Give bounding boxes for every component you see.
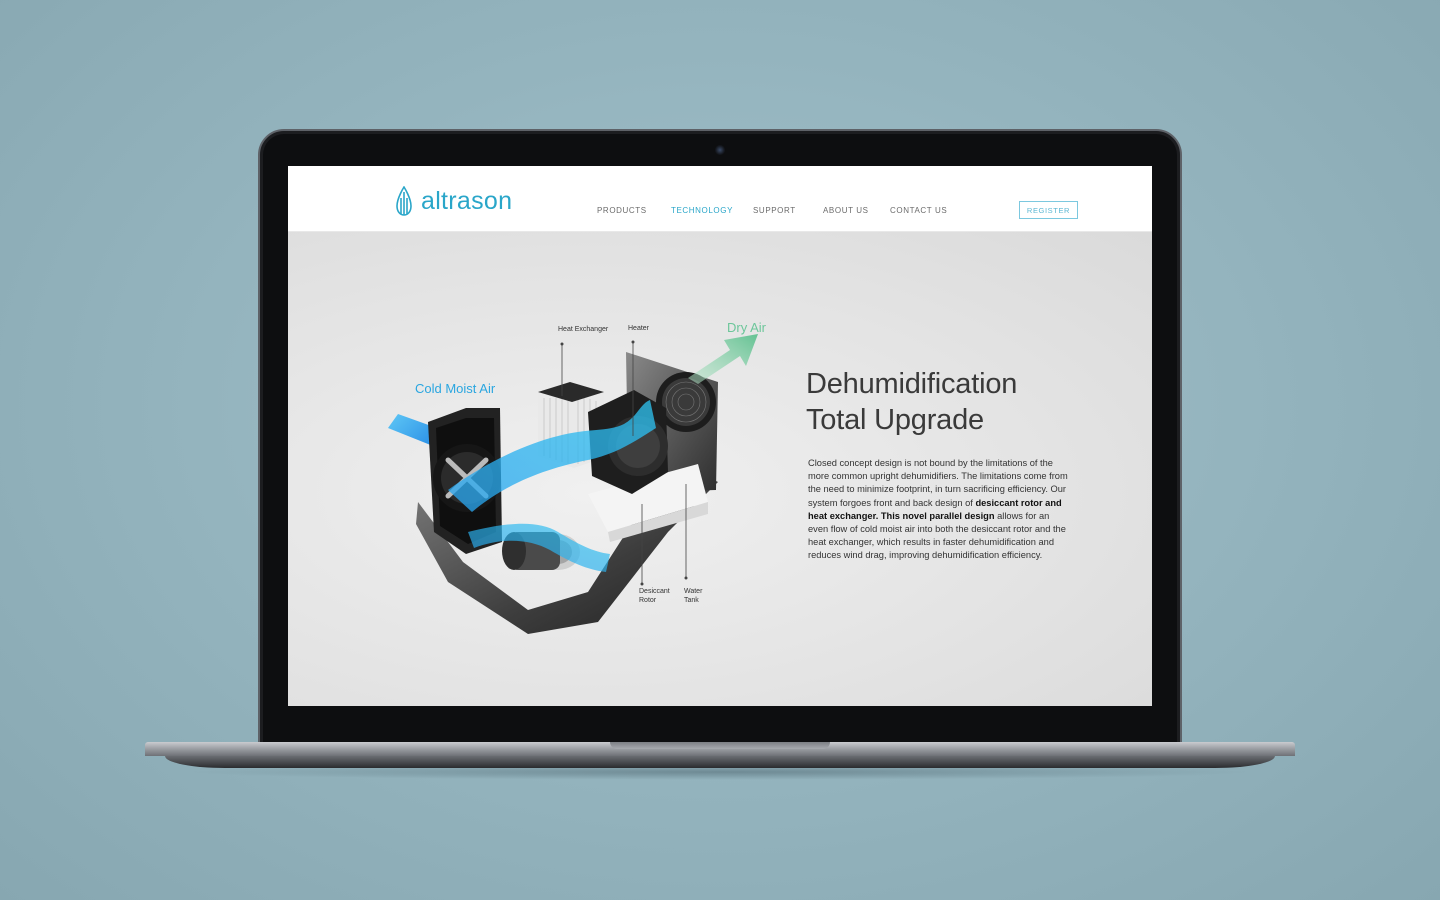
nav-contact-us[interactable]: CONTACT US [890, 206, 947, 215]
nav-products[interactable]: PRODUCTS [597, 206, 647, 215]
label-desiccant-rotor-line2: Rotor [639, 597, 657, 604]
logo[interactable]: altrason [394, 186, 512, 216]
page-headline: Dehumidification Total Upgrade [806, 366, 1017, 438]
nav-technology[interactable]: TECHNOLOGY [671, 206, 733, 215]
headline-line-2: Total Upgrade [806, 404, 984, 436]
label-water-tank-line2: Tank [684, 597, 699, 604]
nav-about-us[interactable]: ABOUT US [823, 206, 869, 215]
screen: altrason PRODUCTS TECHNOLOGY SUPPORT ABO… [288, 166, 1152, 706]
site-header: altrason PRODUCTS TECHNOLOGY SUPPORT ABO… [288, 166, 1152, 232]
label-water-tank-line1: Water [684, 588, 703, 595]
label-cold-moist-air: Cold Moist Air [415, 381, 496, 396]
label-dry-air: Dry Air [727, 320, 766, 335]
label-desiccant-rotor-line1: Desiccant [639, 588, 670, 595]
hero-section: Cold Moist Air Dry Air Heat Exchanger He… [288, 232, 1152, 706]
headline-line-1: Dehumidification [806, 368, 1018, 400]
logo-droplet-icon [396, 186, 412, 216]
hinge-notch [610, 742, 830, 749]
body-paragraph: Closed concept design is not bound by th… [808, 457, 1070, 563]
register-button[interactable]: REGISTER [1019, 201, 1078, 219]
nav-support[interactable]: SUPPORT [753, 206, 796, 215]
camera-icon [715, 145, 725, 155]
label-heat-exchanger: Heat Exchanger [558, 326, 609, 333]
laptop-base-bottom [165, 756, 1275, 768]
label-heater: Heater [628, 325, 650, 332]
dry-air-arrow [688, 334, 758, 384]
logo-text: altrason [421, 186, 513, 215]
